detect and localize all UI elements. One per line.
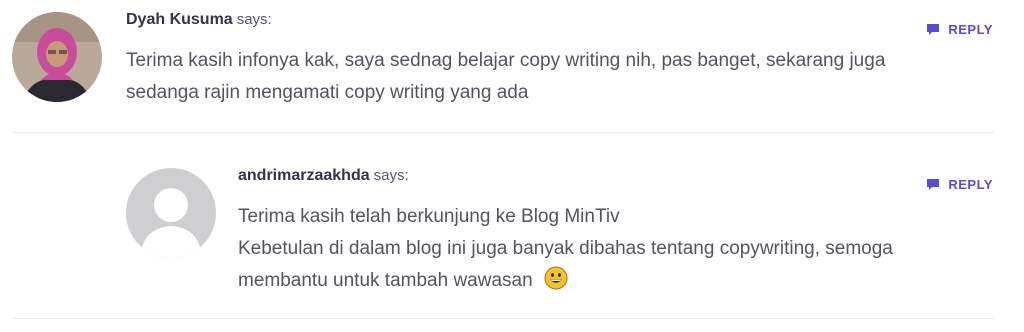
comment-meta: Dyah Kusuma says: <box>126 11 272 29</box>
says-label: says: <box>373 167 409 184</box>
comment-line-with-emoji: membantu untuk tambah wawasan <box>238 265 998 297</box>
comment-meta: andrimarzaakhda says: <box>238 167 409 185</box>
reply-button[interactable]: REPLY <box>926 177 993 192</box>
divider <box>12 318 994 319</box>
reply-label: REPLY <box>948 22 993 37</box>
default-user-icon <box>126 168 216 258</box>
comment-icon <box>927 179 940 190</box>
comment-line: membantu untuk tambah wawasan <box>238 270 533 291</box>
comment-text: Terima kasih telah berkunjung ke Blog Mi… <box>238 201 998 297</box>
comment-reply: andrimarzaakhda says: REPLY Terima kasih … <box>0 134 1024 320</box>
avatar <box>12 12 102 102</box>
says-label: says: <box>236 11 272 28</box>
reply-label: REPLY <box>948 177 993 192</box>
comment-icon <box>927 24 940 35</box>
comment-line: Kebetulan di dalam blog ini juga banyak … <box>238 238 893 259</box>
reply-button[interactable]: REPLY <box>926 22 993 37</box>
divider <box>12 132 994 133</box>
avatar <box>126 168 216 258</box>
author-name[interactable]: Dyah Kusuma <box>126 11 233 28</box>
user-photo-icon <box>12 12 102 102</box>
author-name[interactable]: andrimarzaakhda <box>238 167 370 184</box>
comment-line: sedanga rajin mengamati copy writing yan… <box>126 82 529 103</box>
grinning-face-icon <box>544 266 568 290</box>
comment-line: Terima kasih infonya kak, saya sednag be… <box>126 50 886 71</box>
comment-line: Terima kasih telah berkunjung ke Blog Mi… <box>238 206 620 227</box>
comment-text: Terima kasih infonya kak, saya sednag be… <box>126 45 996 109</box>
comment: Dyah Kusuma says: REPLY Terima kasih info… <box>0 0 1024 134</box>
